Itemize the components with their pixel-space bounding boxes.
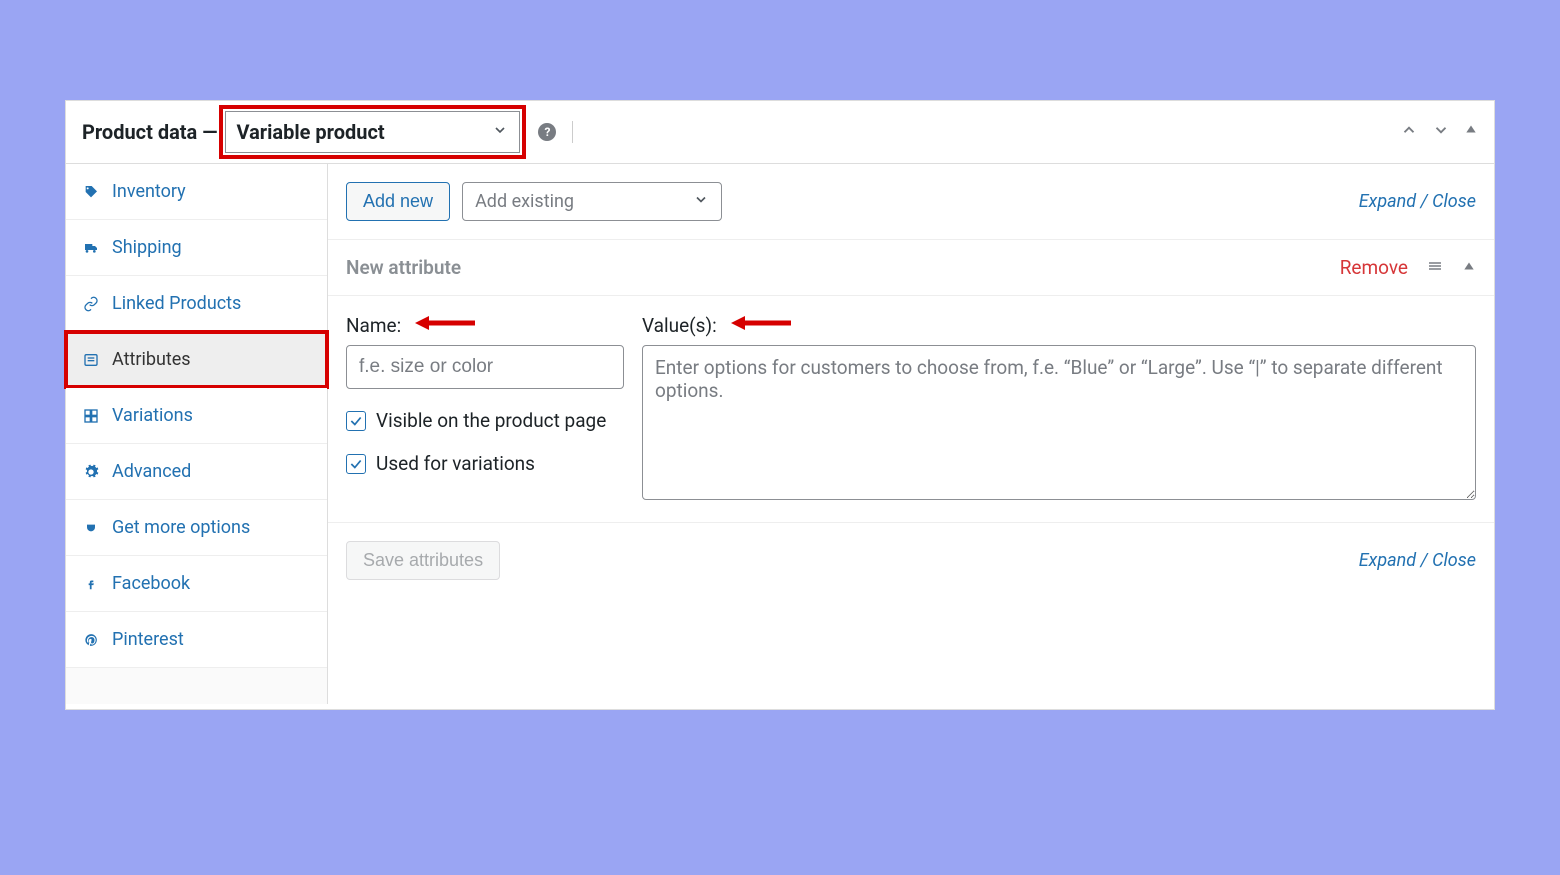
pinterest-icon <box>82 633 100 647</box>
attribute-form-right: Value(s): <box>642 314 1476 504</box>
used-variations-checkbox-label: Used for variations <box>376 452 535 475</box>
attribute-section-title: New attribute <box>346 256 461 279</box>
sidebar-item-label: Inventory <box>112 181 186 202</box>
save-attributes-button[interactable]: Save attributes <box>346 541 500 580</box>
tag-icon <box>82 184 100 200</box>
visible-checkbox[interactable] <box>346 411 366 431</box>
sidebar-item-facebook[interactable]: Facebook <box>66 556 327 612</box>
chevron-down-icon <box>693 191 709 212</box>
move-down-icon[interactable] <box>1432 121 1450 143</box>
attribute-name-input[interactable] <box>346 345 624 389</box>
panel-header: Product data — Variable product ? <box>66 101 1494 164</box>
gear-icon <box>82 464 100 480</box>
used-variations-checkbox-row: Used for variations <box>346 452 624 475</box>
values-field-label-row: Value(s): <box>642 314 1476 337</box>
main-content: Add new Add existing Expand / Close New … <box>328 164 1494 704</box>
collapse-attribute-icon[interactable] <box>1462 258 1476 277</box>
sidebar-item-advanced[interactable]: Advanced <box>66 444 327 500</box>
panel-title: Product data — <box>82 120 217 144</box>
attributes-toolbar: Add new Add existing Expand / Close <box>328 164 1494 240</box>
collapse-panel-icon[interactable] <box>1464 121 1478 143</box>
sidebar: Inventory Shipping Linked Products Attri… <box>66 164 328 704</box>
product-type-wrap: Variable product <box>225 111 520 153</box>
product-data-panel: Product data — Variable product ? Invent… <box>65 100 1495 710</box>
sidebar-item-label: Shipping <box>112 237 182 258</box>
sidebar-item-get-more-options[interactable]: Get more options <box>66 500 327 556</box>
visible-checkbox-label: Visible on the product page <box>376 409 606 432</box>
sidebar-item-variations[interactable]: Variations <box>66 388 327 444</box>
move-up-icon[interactable] <box>1400 121 1418 143</box>
divider <box>572 121 573 143</box>
sidebar-item-inventory[interactable]: Inventory <box>66 164 327 220</box>
annotation-highlight-box <box>64 330 329 389</box>
list-icon <box>82 352 100 368</box>
plug-icon <box>82 520 100 536</box>
add-new-button[interactable]: Add new <box>346 182 450 221</box>
link-icon <box>82 296 100 312</box>
used-variations-checkbox[interactable] <box>346 454 366 474</box>
sidebar-item-label: Advanced <box>112 461 191 482</box>
sidebar-item-label: Facebook <box>112 573 190 594</box>
add-existing-label: Add existing <box>475 191 574 212</box>
values-label: Value(s): <box>642 314 717 337</box>
remove-attribute-link[interactable]: Remove <box>1340 256 1408 279</box>
attribute-values-textarea[interactable] <box>642 345 1476 500</box>
sidebar-item-attributes[interactable]: Attributes <box>66 332 327 388</box>
attributes-footer: Save attributes Expand / Close <box>328 523 1494 598</box>
facebook-icon <box>82 577 100 591</box>
panel-header-controls <box>1400 121 1478 143</box>
expand-close-link[interactable]: Expand / Close <box>1359 191 1476 212</box>
expand-close-link[interactable]: Expand / Close <box>1359 550 1476 571</box>
sidebar-item-linked-products[interactable]: Linked Products <box>66 276 327 332</box>
name-field-label-row: Name: <box>346 314 624 337</box>
panel-body: Inventory Shipping Linked Products Attri… <box>66 164 1494 704</box>
visible-checkbox-row: Visible on the product page <box>346 409 624 432</box>
add-existing-select[interactable]: Add existing <box>462 182 722 221</box>
grid-icon <box>82 408 100 424</box>
sidebar-item-label: Linked Products <box>112 293 241 314</box>
attribute-section-header: New attribute Remove <box>328 240 1494 296</box>
annotation-arrow-icon <box>731 314 791 337</box>
sidebar-item-label: Pinterest <box>112 629 184 650</box>
name-label: Name: <box>346 314 401 337</box>
truck-icon <box>82 240 100 256</box>
annotation-arrow-icon <box>415 314 475 337</box>
attribute-form: Name: Visible on the product page Used f… <box>328 296 1494 523</box>
drag-handle-icon[interactable] <box>1426 257 1444 279</box>
sidebar-item-label: Attributes <box>112 349 191 370</box>
help-icon[interactable]: ? <box>538 123 556 141</box>
attribute-form-left: Name: Visible on the product page Used f… <box>346 314 624 504</box>
product-type-select[interactable]: Variable product <box>225 111 520 153</box>
sidebar-item-pinterest[interactable]: Pinterest <box>66 612 327 668</box>
attribute-header-actions: Remove <box>1340 256 1476 279</box>
sidebar-item-label: Variations <box>112 405 193 426</box>
sidebar-item-label: Get more options <box>112 517 250 538</box>
sidebar-item-shipping[interactable]: Shipping <box>66 220 327 276</box>
